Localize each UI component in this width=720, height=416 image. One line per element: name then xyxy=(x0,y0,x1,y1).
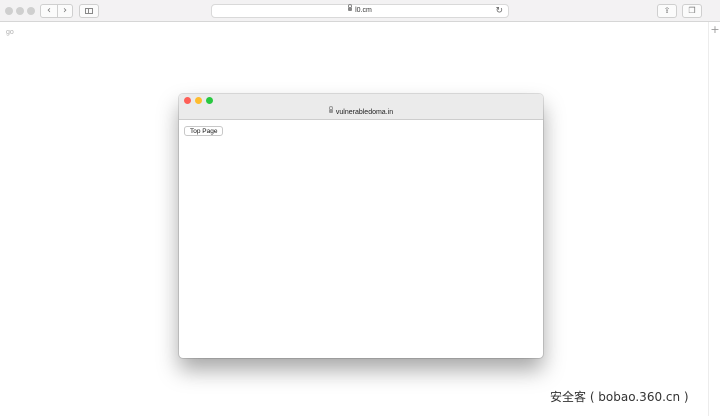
lock-icon xyxy=(328,106,333,114)
window-close-button[interactable] xyxy=(5,7,13,15)
window-zoom-button[interactable] xyxy=(27,7,35,15)
navigation-buttons: ‹ › xyxy=(40,4,73,18)
chevron-left-icon: ‹ xyxy=(47,5,51,16)
tab-strip-divider xyxy=(708,22,709,416)
top-page-button[interactable]: Top Page xyxy=(184,126,224,136)
address-bar[interactable]: l0.cm ↻ xyxy=(211,4,509,18)
plus-icon: + xyxy=(710,23,720,36)
share-button[interactable]: ⇪ xyxy=(657,4,677,18)
lock-icon xyxy=(348,4,353,12)
reload-button[interactable]: ↻ xyxy=(495,5,503,17)
popup-address: vulnerabledoma.in xyxy=(179,106,543,118)
sidebar-icon xyxy=(85,8,93,14)
tabs-icon: ❐ xyxy=(688,6,696,15)
popup-close-button[interactable] xyxy=(184,97,191,104)
popup-window: vulnerabledoma.in Top Page xyxy=(179,94,543,358)
page-text-go: go xyxy=(6,29,14,36)
new-tab-button[interactable]: + xyxy=(710,23,720,37)
chevron-right-icon: › xyxy=(63,5,67,16)
popup-titlebar: vulnerabledoma.in xyxy=(179,94,543,120)
popup-minimize-button[interactable] xyxy=(195,97,202,104)
address-bar-url: l0.cm xyxy=(355,7,372,14)
sidebar-button[interactable] xyxy=(79,4,99,18)
window-minimize-button[interactable] xyxy=(16,7,24,15)
share-icon: ⇪ xyxy=(663,6,671,15)
popup-zoom-button[interactable] xyxy=(206,97,213,104)
forward-button[interactable]: › xyxy=(57,5,73,17)
reload-icon: ↻ xyxy=(495,6,503,16)
popup-url-text: vulnerabledoma.in xyxy=(335,109,394,116)
watermark: 安全客 ( bobao.360.cn ) xyxy=(550,390,689,404)
browser-toolbar: ‹ › l0.cm ↻ ⇪ ❐ xyxy=(0,0,720,22)
back-button[interactable]: ‹ xyxy=(41,5,58,17)
show-tabs-button[interactable]: ❐ xyxy=(682,4,702,18)
